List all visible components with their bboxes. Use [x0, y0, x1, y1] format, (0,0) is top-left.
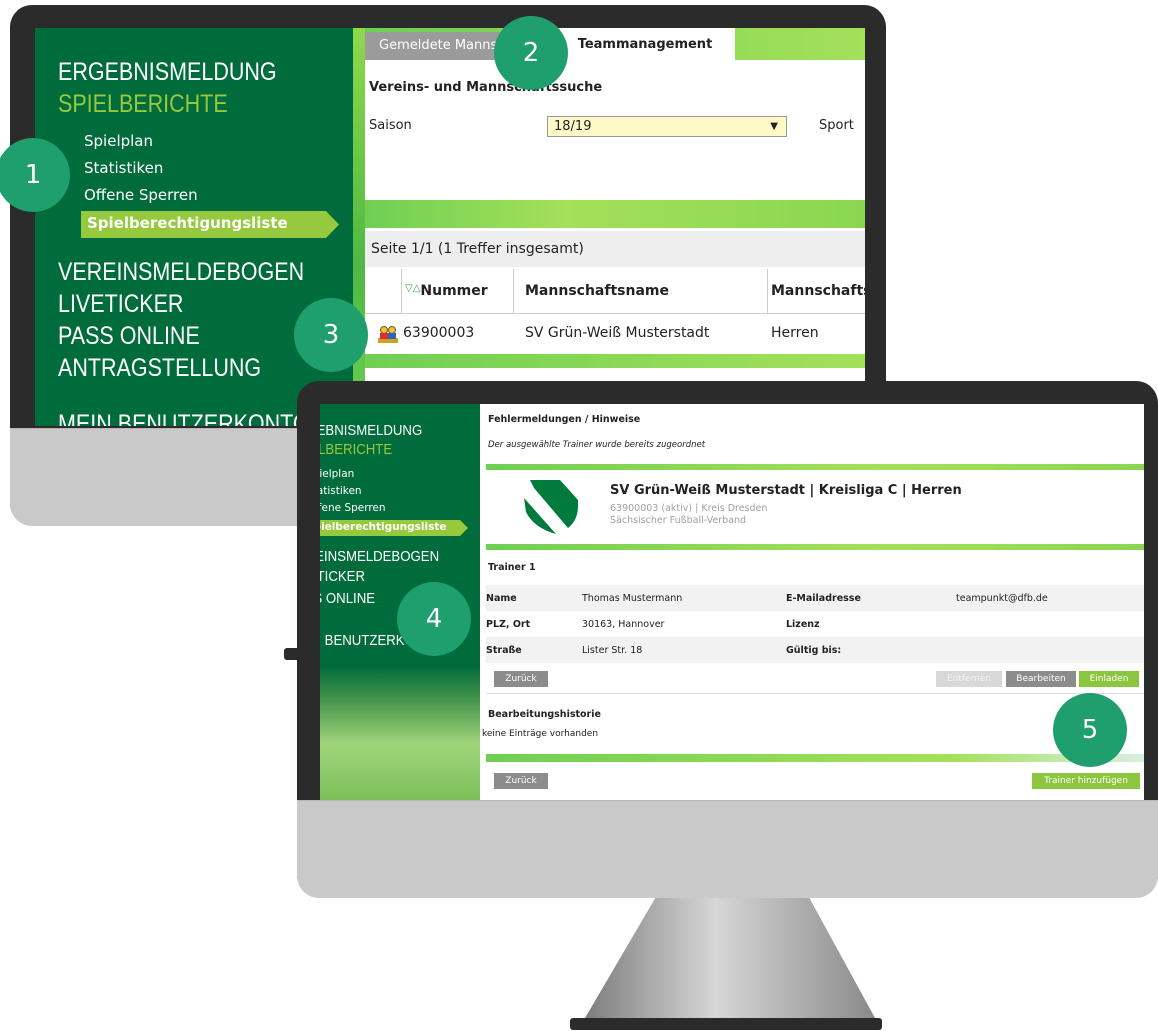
nav-statistiken[interactable]: Statistiken [320, 485, 362, 497]
nav-ergebnismeldung[interactable]: ERGEBNISMELDUNG [320, 422, 422, 439]
decorative-band [365, 354, 865, 368]
nav-vereinsmeldebogen[interactable]: VEREINSMELDEBOGEN [58, 258, 304, 287]
strasse-value: Lister Str. 18 [582, 645, 643, 656]
nav-liveticker[interactable]: LIVETICKER [320, 568, 365, 585]
front-monitor-chin [297, 800, 1158, 898]
dropdown-arrow-icon: ▼ [770, 121, 778, 132]
column-divider [401, 269, 402, 313]
name-label: Name [486, 593, 517, 604]
decorative-band [486, 754, 1144, 762]
edit-button[interactable]: Bearbeiten [1006, 671, 1076, 687]
plz-value: 30163, Hannover [582, 619, 665, 630]
back-button-bottom[interactable]: Zurück [494, 773, 548, 789]
lizenz-label: Lizenz [786, 619, 820, 630]
column-header-nummer-label: Nummer [420, 283, 488, 299]
column-header-mannschaftsart[interactable]: Mannschaftsart [771, 283, 865, 299]
nav-pass-online[interactable]: PASS ONLINE [58, 322, 200, 351]
section-title: Vereins- und Mannschaftssuche [369, 80, 603, 95]
nav-spielplan[interactable]: Spielplan [84, 132, 153, 150]
nav-pass-online[interactable]: PASS ONLINE [320, 590, 375, 607]
column-divider [513, 269, 514, 313]
divider [486, 693, 1144, 694]
callout-3: 3 [294, 298, 368, 372]
sidebar-nav: ERGEBNISMELDUNG SPIELBERICHTE Spielplan … [35, 28, 353, 426]
cell-mannschaftsart: Herren [771, 325, 819, 341]
main-content: Gemeldete Mannschaften Teammanagement Ve… [353, 28, 865, 426]
tab-teammanagement[interactable]: Teammanagement [555, 28, 735, 60]
team-people-icon[interactable] [377, 324, 399, 344]
callout-4: 4 [397, 582, 471, 656]
nav-spielberechtigungsliste[interactable]: Spielberechtigungsliste [87, 214, 288, 232]
column-divider [767, 269, 768, 313]
history-title: Bearbeitungshistorie [488, 709, 601, 720]
sort-icon[interactable]: ▽△ [405, 283, 420, 294]
nav-vereinsmeldebogen[interactable]: VEREINSMELDEBOGEN [320, 548, 439, 565]
history-empty: keine Einträge vorhanden [482, 729, 599, 739]
column-header-nummer[interactable]: ▽△Nummer [405, 283, 488, 299]
gueltig-label: Gültig bis: [786, 645, 842, 656]
team-title: SV Grün-Weiß Musterstadt | Kreisliga C |… [610, 483, 962, 498]
hint-message: Der ausgewählte Trainer wurde bereits zu… [488, 440, 706, 450]
decorative-band [486, 544, 1144, 550]
remove-button[interactable]: Entfernen [936, 671, 1002, 687]
nav-antragstellung[interactable]: ANTRAGSTELLUNG [58, 354, 261, 383]
nav-spielberichte[interactable]: SPIELBERICHTE [320, 441, 392, 458]
table-header: ▽△Nummer Mannschaftsname Mannschaftsart [365, 269, 865, 314]
back-monitor-screen: ERGEBNISMELDUNG SPIELBERICHTE Spielplan … [35, 28, 865, 426]
nav-statistiken[interactable]: Statistiken [84, 159, 163, 177]
monitor-stand [570, 890, 882, 1030]
column-header-mannschaftsname[interactable]: Mannschaftsname [525, 283, 669, 299]
callout-5: 5 [1053, 693, 1127, 767]
back-button[interactable]: Zurück [494, 671, 548, 687]
nav-liveticker[interactable]: LIVETICKER [58, 290, 183, 319]
table-row[interactable]: 63900003 SV Grün-Weiß Musterstadt Herren [365, 314, 865, 354]
cell-nummer: 63900003 [403, 325, 475, 341]
team-subtitle: 63900003 (aktiv) | Kreis Dresden [610, 503, 768, 514]
trainer-heading: Trainer 1 [488, 562, 536, 573]
nav-mein-benutzerkonto[interactable]: MEIN BENUTZERKONTO [58, 410, 310, 426]
strasse-label: Straße [486, 645, 522, 656]
club-crest-icon [524, 480, 578, 536]
decorative-strip [353, 28, 365, 426]
saison-value: 18/19 [554, 119, 592, 134]
plz-label: PLZ, Ort [486, 619, 531, 630]
saison-select[interactable]: 18/19 ▼ [547, 116, 787, 137]
nav-spielberichte[interactable]: SPIELBERICHTE [58, 90, 228, 119]
add-trainer-button[interactable]: Trainer hinzufügen [1032, 773, 1140, 789]
pager-info: Seite 1/1 (1 Treffer insgesamt) [365, 231, 865, 267]
email-value: teampunkt@dfb.de [956, 593, 1048, 604]
saison-label: Saison [369, 118, 412, 133]
team-association: Sächsischer Fußball-Verband [610, 515, 747, 526]
nav-offene-sperren[interactable]: Offene Sperren [84, 186, 198, 204]
nav-offene-sperren[interactable]: Offene Sperren [320, 502, 386, 514]
nav-ergebnismeldung[interactable]: ERGEBNISMELDUNG [58, 58, 277, 87]
messages-title: Fehlermeldungen / Hinweise [488, 414, 641, 425]
decorative-band [365, 200, 865, 228]
nav-spielplan[interactable]: Spielplan [320, 468, 354, 480]
sport-label: Sport [819, 118, 854, 133]
email-label: E-Mailadresse [786, 593, 861, 604]
invite-button[interactable]: Einladen [1079, 671, 1139, 687]
name-value: Thomas Mustermann [582, 593, 683, 604]
decorative-band [486, 464, 1144, 470]
callout-2: 2 [494, 16, 568, 90]
main-content: Fehlermeldungen / Hinweise Der ausgewähl… [480, 404, 1144, 800]
nav-spielberechtigungsliste[interactable]: Spielberechtigungsliste [320, 521, 446, 533]
cell-mannschaftsname: SV Grün-Weiß Musterstadt [525, 325, 710, 341]
